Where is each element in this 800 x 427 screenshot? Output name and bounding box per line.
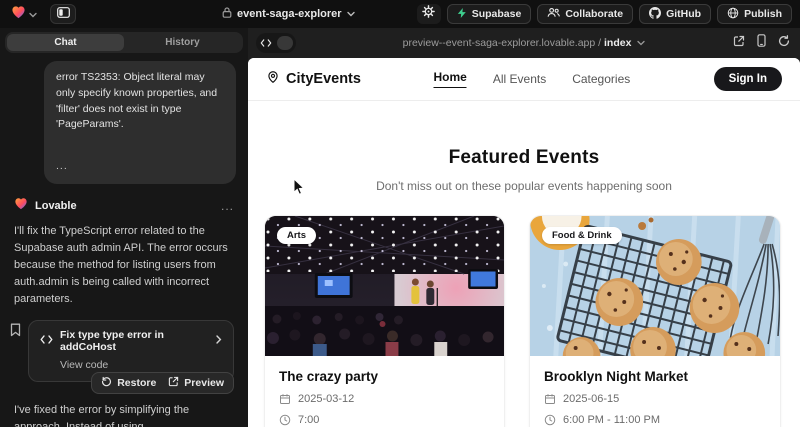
assistant-message-1: I'll fix the TypeScript error related to… bbox=[14, 223, 234, 308]
calendar-icon bbox=[279, 393, 291, 405]
lovable-logo-menu[interactable] bbox=[8, 3, 40, 26]
brand-name: CityEvents bbox=[286, 71, 361, 87]
message-menu-button[interactable]: ... bbox=[221, 199, 234, 213]
event-cards: Arts The crazy party 2025-03-12 7:00 bbox=[248, 193, 800, 427]
preview-page: CityEvents Home All Events Categories Si… bbox=[248, 58, 800, 427]
url-page: index bbox=[604, 37, 631, 49]
mouse-cursor bbox=[293, 178, 305, 201]
sign-in-button[interactable]: Sign In bbox=[714, 67, 782, 91]
app-window: event-saga-explorer Supabase bbox=[0, 0, 800, 427]
event-time-row: 7:00 bbox=[279, 414, 490, 426]
event-time: 6:00 PM - 11:00 PM bbox=[563, 414, 660, 426]
clock-icon bbox=[544, 414, 556, 426]
users-icon bbox=[547, 7, 560, 21]
refresh-button[interactable] bbox=[778, 34, 790, 52]
publish-button[interactable]: Publish bbox=[717, 4, 792, 24]
calendar-icon bbox=[544, 393, 556, 405]
view-code-link[interactable]: View code bbox=[60, 359, 222, 371]
assistant-name: Lovable bbox=[35, 200, 214, 212]
category-badge: Arts bbox=[277, 227, 316, 244]
publish-label: Publish bbox=[744, 8, 782, 20]
code-change-card[interactable]: Fix type type error in addCoHost View co… bbox=[28, 320, 234, 382]
project-name: event-saga-explorer bbox=[237, 8, 342, 20]
event-date-row: 2025-06-15 bbox=[544, 393, 766, 405]
event-time: 7:00 bbox=[298, 414, 319, 426]
bookmark-icon[interactable] bbox=[10, 323, 21, 342]
map-pin-icon bbox=[266, 69, 280, 89]
user-message-bubble: error TS2353: Object literal may only sp… bbox=[44, 61, 236, 184]
event-image-party: Arts bbox=[265, 216, 504, 356]
chevron-down-icon bbox=[347, 8, 355, 20]
user-message-text: error TS2353: Object literal may only sp… bbox=[56, 70, 224, 133]
hero-section: Featured Events Don't miss out on these … bbox=[248, 101, 800, 193]
supabase-bolt-icon bbox=[457, 7, 467, 22]
event-title: Brooklyn Night Market bbox=[544, 369, 766, 384]
event-card-2[interactable]: Food & Drink Brooklyn Night Market 2025-… bbox=[529, 215, 781, 427]
hero-title: Featured Events bbox=[248, 147, 800, 169]
event-card-1[interactable]: Arts The crazy party 2025-03-12 7:00 bbox=[264, 215, 505, 427]
restore-preview-pill: Restore Preview bbox=[91, 372, 234, 394]
clock-icon bbox=[279, 414, 291, 426]
event-time-row: 6:00 PM - 11:00 PM bbox=[544, 414, 766, 426]
restore-button[interactable]: Restore bbox=[101, 376, 156, 390]
lovable-heart-icon bbox=[11, 5, 26, 24]
message2-text: I've fixed the error by simplifying the … bbox=[14, 404, 189, 427]
globe-icon bbox=[727, 7, 739, 22]
preview-button[interactable]: Preview bbox=[168, 376, 224, 390]
collaborate-button[interactable]: Collaborate bbox=[537, 4, 633, 24]
event-date: 2025-06-15 bbox=[563, 393, 619, 405]
github-label: GitHub bbox=[666, 8, 701, 20]
top-bar: event-saga-explorer Supabase bbox=[0, 0, 800, 28]
url-separator: / bbox=[598, 37, 601, 49]
preview-toolbar: preview--event-saga-explorer.lovable.app… bbox=[248, 28, 800, 58]
restore-label: Restore bbox=[117, 377, 156, 389]
site-brand[interactable]: CityEvents bbox=[266, 69, 361, 89]
preview-url[interactable]: preview--event-saga-explorer.lovable.app… bbox=[248, 37, 800, 49]
chevron-down-icon bbox=[29, 5, 37, 23]
nav-all-events[interactable]: All Events bbox=[493, 72, 546, 86]
code-icon bbox=[40, 335, 53, 347]
event-title: The crazy party bbox=[279, 369, 490, 384]
tab-chat[interactable]: Chat bbox=[7, 34, 124, 51]
restore-icon bbox=[101, 376, 112, 390]
lock-icon bbox=[222, 7, 232, 21]
panel-toggle-icon bbox=[57, 5, 70, 23]
mobile-view-button[interactable] bbox=[757, 34, 766, 52]
event-date-row: 2025-03-12 bbox=[279, 393, 490, 405]
supabase-button[interactable]: Supabase bbox=[447, 4, 532, 24]
open-in-new-tab-button[interactable] bbox=[733, 34, 745, 52]
collaborate-label: Collaborate bbox=[565, 8, 623, 20]
sidebar-toggle-button[interactable] bbox=[50, 4, 76, 24]
site-nav: Home All Events Categories bbox=[434, 70, 631, 88]
chat-history-tabs: Chat History bbox=[5, 32, 243, 53]
hero-subtitle: Don't miss out on these popular events h… bbox=[248, 179, 800, 193]
site-header: CityEvents Home All Events Categories Si… bbox=[248, 58, 800, 101]
tab-history[interactable]: History bbox=[124, 34, 241, 51]
event-date: 2025-03-12 bbox=[298, 393, 354, 405]
gear-icon bbox=[422, 5, 435, 23]
nav-home[interactable]: Home bbox=[434, 70, 467, 88]
chat-panel: Chat History error TS2353: Object litera… bbox=[0, 28, 248, 427]
url-host: preview--event-saga-explorer.lovable.app bbox=[403, 37, 596, 49]
assistant-header: Lovable ... bbox=[14, 197, 234, 215]
project-name-menu[interactable]: event-saga-explorer bbox=[222, 0, 355, 28]
github-button[interactable]: GitHub bbox=[639, 4, 711, 24]
assistant-message-2: I've fixed the error by simplifying the … bbox=[14, 402, 234, 427]
github-icon bbox=[649, 7, 661, 22]
external-link-icon bbox=[168, 376, 179, 390]
category-badge: Food & Drink bbox=[542, 227, 622, 244]
preview-panel: preview--event-saga-explorer.lovable.app… bbox=[248, 28, 800, 427]
preview-label: Preview bbox=[184, 377, 224, 389]
nav-categories[interactable]: Categories bbox=[572, 72, 630, 86]
settings-button[interactable] bbox=[417, 4, 441, 24]
lovable-heart-icon bbox=[14, 197, 28, 215]
user-message-ellipsis: ... bbox=[56, 159, 224, 175]
event-image-cookies: Food & Drink bbox=[530, 216, 780, 356]
chevron-right-icon bbox=[216, 335, 222, 347]
supabase-label: Supabase bbox=[472, 8, 522, 20]
code-change-title: Fix type type error in addCoHost bbox=[60, 329, 202, 353]
